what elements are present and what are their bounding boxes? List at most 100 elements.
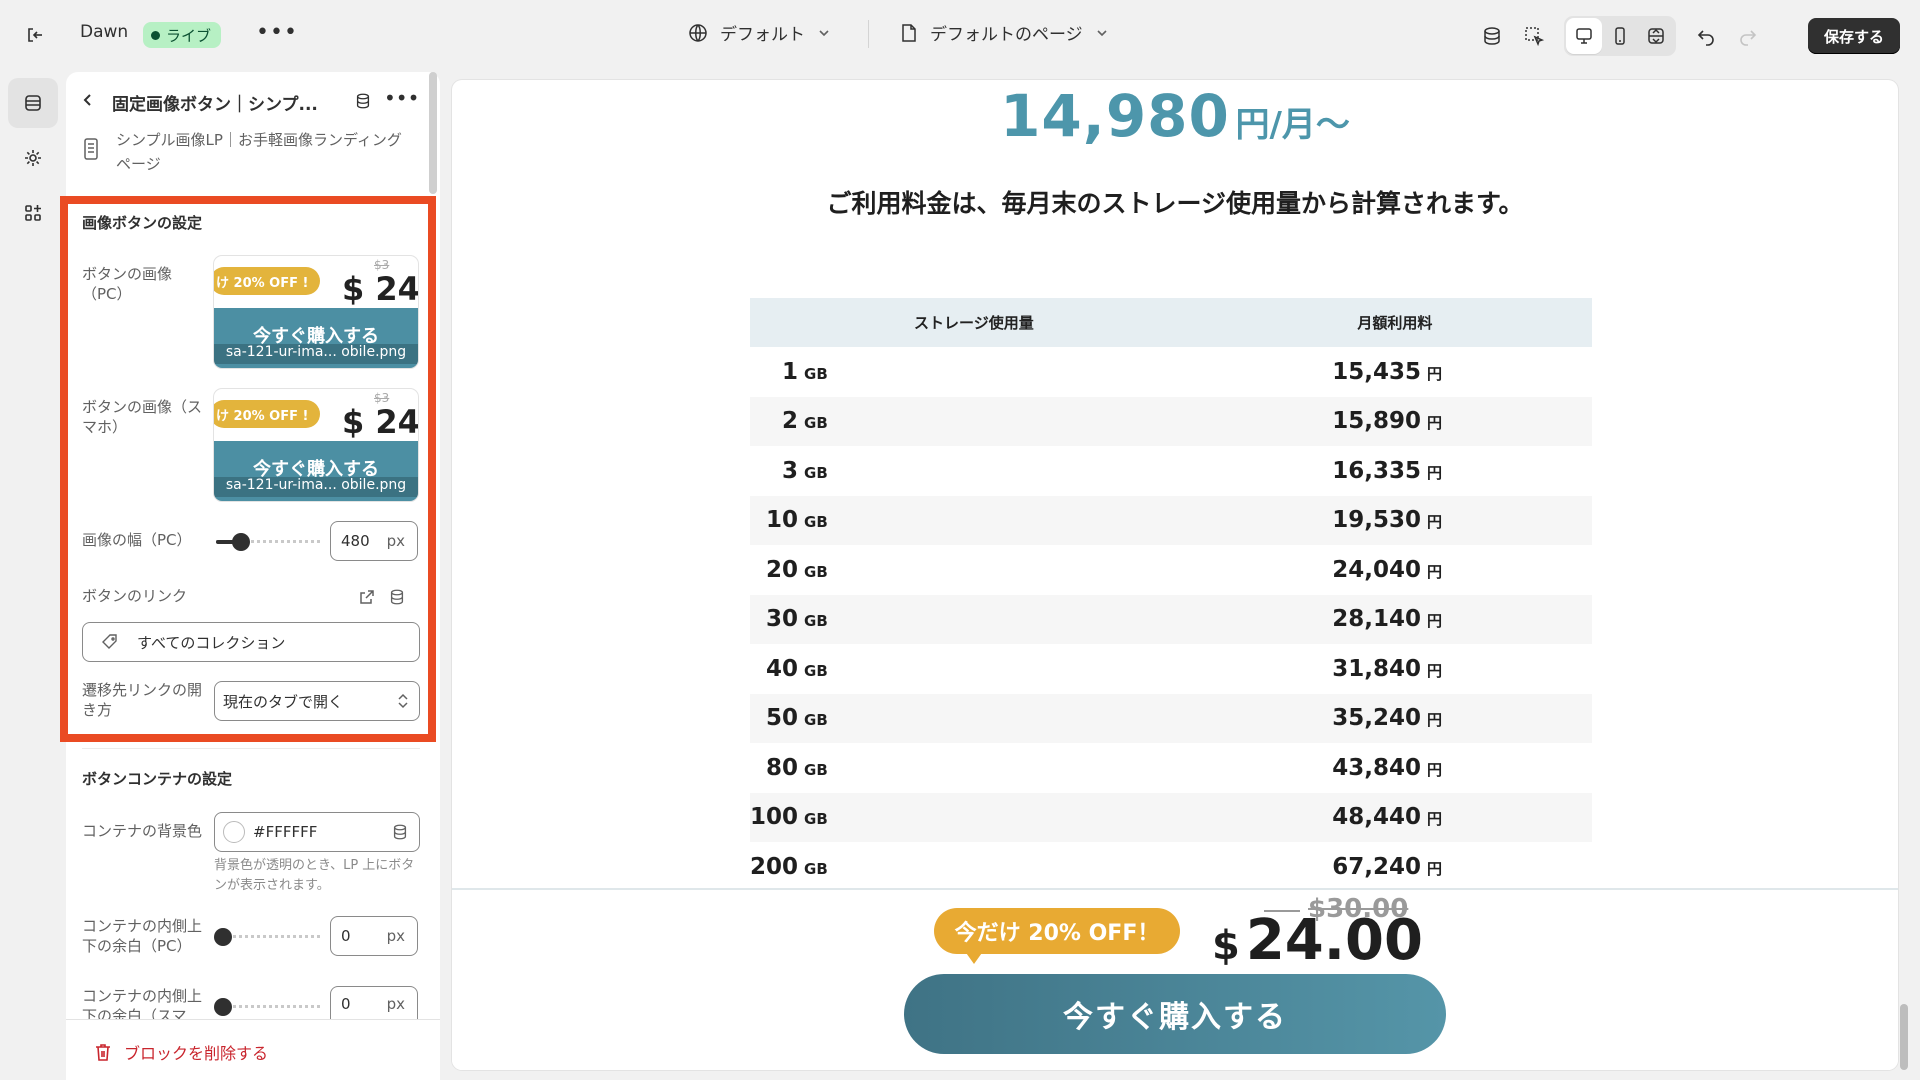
external-link-icon[interactable] [358, 588, 376, 610]
store-preview: 14,980 円/月〜 ご利用料金は、毎月末のストレージ使用量から計算されます。… [452, 80, 1898, 1070]
image-pc-thumbnail[interactable]: け 20% OFF ! $3 $ 24. 今すぐ購入する sa-121-ur-i… [214, 256, 418, 368]
pad-sp-slider-knob[interactable] [214, 998, 232, 1016]
apps-icon[interactable] [8, 188, 58, 238]
bg-color-label: コンテナの背景色 [82, 822, 203, 840]
preview-scrollbar[interactable] [1900, 1004, 1908, 1070]
fullwidth-view-icon[interactable] [1638, 18, 1674, 54]
pad-pc-label: コンテナの内側上下の余白（PC） [82, 917, 203, 955]
storage-amount: 2 [782, 408, 799, 435]
storage-unit: GB [804, 612, 828, 631]
fee-cell: 67,240 円 [1198, 842, 1592, 892]
theme-selector[interactable]: デフォルト [688, 20, 831, 45]
storage-cell: 40 GB [750, 644, 1198, 694]
delete-label: ブロックを削除する [124, 1044, 269, 1063]
table-row: 10 GB 19,530 円 [750, 495, 1592, 545]
storage-cell: 3 GB [750, 446, 1198, 496]
sticky-buy-container: 今だけ 20% OFF！ $30.00 $24.00 今すぐ購入する [452, 888, 1898, 1070]
link-dynamic-source-icon[interactable] [388, 588, 406, 610]
table-row: 80 GB 43,840 円 [750, 743, 1592, 793]
thumb-filename: sa-121-ur-ima... obile.png [214, 344, 418, 364]
redo-icon[interactable] [1730, 18, 1766, 54]
sections-icon[interactable] [8, 78, 58, 128]
width-pc-unit: px [386, 532, 405, 550]
storage-unit: GB [804, 810, 828, 829]
section-divider [82, 748, 420, 749]
table-row: 2 GB 15,890 円 [750, 396, 1592, 446]
fee-amount: 16,335 [1332, 457, 1421, 484]
desktop-view-icon[interactable] [1565, 18, 1602, 54]
storage-unit: GB [804, 414, 828, 433]
panel-scrollbar[interactable] [429, 72, 437, 194]
undo-icon[interactable] [1688, 18, 1724, 54]
buy-now-button[interactable]: 今すぐ購入する [904, 974, 1446, 1054]
pad-sp-value: 0 [341, 994, 351, 1013]
store-name[interactable]: Dawn [80, 22, 128, 42]
more-actions-button[interactable]: ••• [256, 20, 298, 45]
page-selector[interactable]: デフォルトのページ [900, 20, 1109, 45]
fee-amount: 28,140 [1332, 606, 1421, 633]
thumb-price: $ 24. [342, 403, 418, 441]
table-row: 1 GB 15,435 円 [750, 347, 1592, 397]
pad-pc-unit: px [386, 927, 405, 945]
price-headline: 14,980 円/月〜 [452, 82, 1898, 150]
open-method-label: 遷移先リンクの開き方 [82, 681, 203, 719]
link-picker[interactable]: すべてのコレクション [82, 622, 420, 662]
image-sp-thumbnail[interactable]: け 20% OFF ! $3 $ 24. 今すぐ購入する sa-121-ur-i… [214, 389, 418, 501]
bg-color-input[interactable]: #FFFFFF [214, 812, 420, 852]
pricing-subheading: ご利用料金は、毎月末のストレージ使用量から計算されます。 [826, 189, 1524, 218]
dynamic-source-icon[interactable] [354, 92, 372, 114]
storage-amount: 10 [766, 507, 799, 534]
table-row: 100 GB 48,440 円 [750, 792, 1592, 842]
settings-gear-icon[interactable] [8, 133, 58, 183]
pad-pc-input[interactable]: 0 px [330, 916, 418, 956]
storage-amount: 40 [766, 655, 799, 682]
device-switcher [1563, 16, 1676, 56]
database-toggle-icon[interactable] [1474, 18, 1510, 54]
bg-color-help: 背景色が透明のとき、LP 上にボタンが表示されます。 [214, 858, 415, 893]
link-value: すべてのコレクション [137, 633, 286, 652]
inspector-select-icon[interactable] [1516, 18, 1552, 54]
storage-unit: GB [804, 859, 828, 878]
exit-icon[interactable] [22, 22, 48, 48]
table-header-fee: 月額利用料 [1197, 298, 1592, 347]
top-bar: Dawn ライブ ••• デフォルト デフォルトのページ 保存する [0, 0, 1920, 68]
price-headline-number: 14,980 [1000, 82, 1230, 150]
table-row: 40 GB 31,840 円 [750, 644, 1592, 694]
mobile-section-icon [84, 138, 98, 164]
fee-amount: 31,840 [1332, 655, 1421, 682]
fee-amount: 43,840 [1332, 754, 1421, 781]
fee-cell: 19,530 円 [1197, 495, 1592, 545]
block-more-button[interactable]: ••• [384, 86, 419, 110]
back-arrow-icon[interactable] [80, 92, 96, 112]
width-pc-slider-knob[interactable] [232, 533, 250, 551]
width-pc-input[interactable]: 480 px [330, 521, 418, 561]
thumb-price: $ 24. [342, 270, 418, 308]
fee-unit: 円 [1426, 414, 1442, 433]
fee-unit: 円 [1426, 711, 1442, 730]
fee-amount: 19,530 [1332, 507, 1421, 534]
pad-pc-slider-knob[interactable] [214, 928, 232, 946]
block-title: 固定画像ボタン｜シンプ... [112, 95, 318, 115]
fee-unit: 円 [1426, 513, 1442, 532]
select-chevrons-icon [398, 693, 408, 709]
delete-block-button[interactable]: ブロックを削除する [94, 1040, 268, 1064]
open-method-select[interactable]: 現在のタブで開く [214, 681, 420, 721]
storage-unit: GB [804, 760, 828, 779]
table-row: 30 GB 28,140 円 [750, 594, 1592, 644]
pricing-table: ストレージ使用量 月額利用料 1 GB 15,435 円 2 GB 15,890 円 3 GB 16… [750, 298, 1592, 892]
save-button[interactable]: 保存する [1807, 18, 1900, 54]
fee-cell: 15,890 円 [1197, 396, 1592, 446]
table-header-storage: ストレージ使用量 [750, 298, 1198, 347]
globe-icon [689, 23, 707, 42]
pad-sp-input[interactable]: 0 px [330, 986, 418, 1020]
color-swatch[interactable] [223, 821, 245, 843]
topbar-divider [868, 20, 869, 48]
live-status-badge: ライブ [143, 22, 222, 48]
fee-unit: 円 [1426, 760, 1442, 779]
mobile-view-icon[interactable] [1602, 18, 1638, 54]
table-row: 20 GB 24,040 円 [750, 545, 1592, 595]
chevron-down-icon [819, 29, 829, 36]
color-dynamic-source-icon[interactable] [391, 823, 409, 841]
table-header-row: ストレージ使用量 月額利用料 [750, 298, 1592, 347]
fee-cell: 35,240 円 [1197, 693, 1592, 743]
